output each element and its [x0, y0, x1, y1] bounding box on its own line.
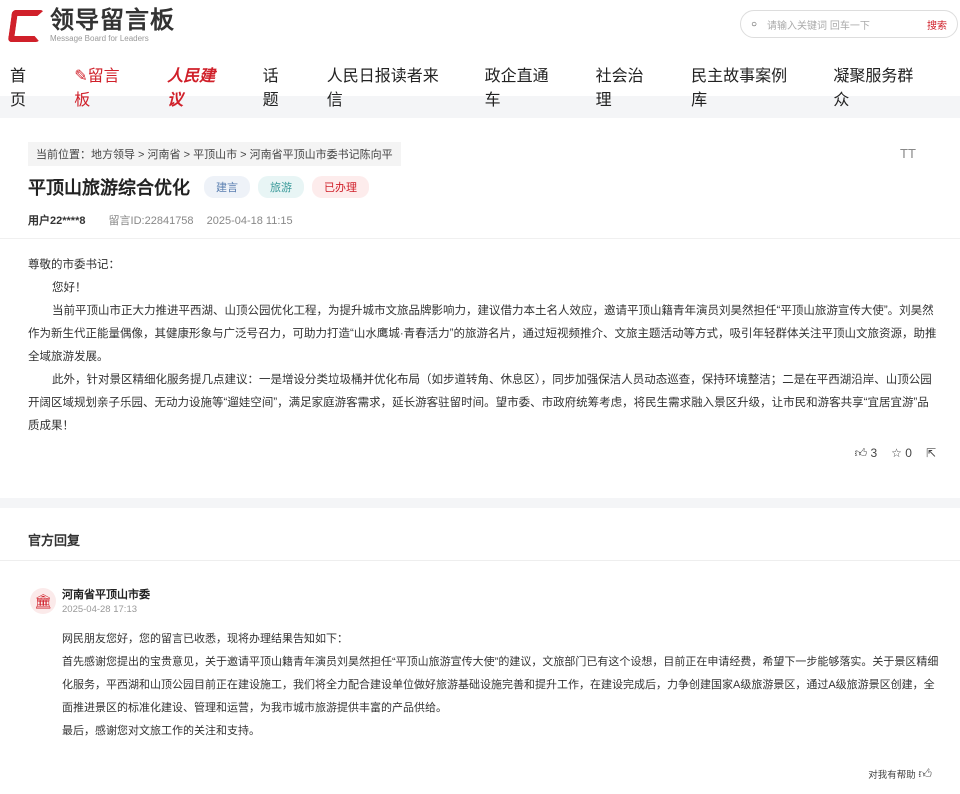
- divider: [0, 238, 960, 239]
- nav-democracy-cases[interactable]: 民主故事案例库: [691, 62, 800, 110]
- search-icon: ○: [751, 18, 758, 30]
- paragraph: 最后，感谢您对文旅工作的关注和支持。: [62, 725, 260, 737]
- favorite-button[interactable]: ☆ 0: [891, 446, 912, 461]
- tag-tourism: 旅游: [258, 176, 304, 198]
- nav-gov-enterprise[interactable]: 政企直通车: [485, 62, 563, 110]
- message-card: 当前位置：地方领导 > 河南省 > 平顶山市 > 河南省平顶山市委书记陈向平 T…: [0, 118, 960, 498]
- search-box[interactable]: ○ 请输入关键词 回车一下 搜索: [740, 10, 958, 38]
- helpful-button[interactable]: 对我有帮助 👍︎: [868, 766, 932, 782]
- breadcrumb: 当前位置：地方领导 > 河南省 > 平顶山市 > 河南省平顶山市委书记陈向平: [28, 142, 401, 166]
- paragraph: 您好！: [52, 282, 87, 294]
- thumbs-up-icon: 👍︎: [854, 446, 868, 460]
- share-icon[interactable]: ⇱: [926, 446, 936, 461]
- reply-org: 河南省平顶山市委: [62, 589, 150, 601]
- font-size-icon[interactable]: TT: [900, 146, 916, 161]
- nav-people-suggestions[interactable]: 人民建议: [167, 62, 229, 110]
- paragraph: 网民朋友您好，您的留言已收悉，现将办理结果告知如下：: [62, 633, 348, 645]
- logo-title: 领导留言板: [50, 7, 175, 34]
- search-input[interactable]: 请输入关键词 回车一下: [767, 17, 927, 32]
- nav-topics[interactable]: 话题: [263, 62, 294, 110]
- post-date: 2025-04-18 11:15: [206, 215, 293, 227]
- status-badge: 已办理: [312, 176, 369, 198]
- like-button[interactable]: 👍︎ 3: [855, 446, 878, 461]
- paragraph: 首先感谢您提出的宝贵意见，关于邀请平顶山籍青年演员刘昊然担任“平顶山旅游宣传大使…: [62, 656, 939, 714]
- message-id: 留言ID:22841758: [108, 215, 194, 227]
- nav-social-governance[interactable]: 社会治理: [596, 62, 658, 110]
- logo-subtitle: Message Board for Leaders: [50, 34, 149, 43]
- reply-date: 2025-04-28 17:13: [62, 604, 138, 615]
- helpful-label: 对我有帮助: [868, 770, 916, 781]
- paragraph: 当前平顶山市正大力推进平西湖、山顶公园优化工程，为提升城市文旅品牌影响力，建议借…: [28, 305, 937, 363]
- logo[interactable]: 领导留言板 Message Board for Leaders: [7, 7, 175, 43]
- government-building-icon: 🏛: [30, 588, 56, 614]
- like-count: 3: [870, 446, 878, 460]
- user-name: 用户22****8: [28, 215, 86, 227]
- official-reply-card: 官方回复 🏛 河南省平顶山市委 2025-04-28 17:13 网民朋友您好，…: [0, 508, 960, 794]
- nav-home[interactable]: 首页: [10, 62, 41, 110]
- reply-body: 网民朋友您好，您的留言已收悉，现将办理结果告知如下： 首先感谢您提出的宝贵意见，…: [62, 628, 940, 743]
- nav-reader-letters[interactable]: 人民日报读者来信: [327, 62, 452, 110]
- tag-suggestion: 建言: [204, 176, 250, 198]
- paragraph: 此外，针对景区精细化服务提几点建议：一是增设分类垃圾桶并优化布局（如步道转角、休…: [28, 374, 932, 432]
- header: 领导留言板 Message Board for Leaders ○ 请输入关键词…: [0, 0, 960, 123]
- page-title: 平顶山旅游综合优化: [28, 178, 190, 198]
- message-body: 尊敬的市委书记： 您好！ 当前平顶山市正大力推进平西湖、山顶公园优化工程，为提升…: [28, 254, 940, 438]
- thumbs-up-icon: 👍︎: [918, 766, 932, 781]
- nav-serve-people[interactable]: 凝聚服务群众: [833, 62, 927, 110]
- logo-icon: [7, 9, 45, 42]
- search-button[interactable]: 搜索: [927, 17, 947, 32]
- greeting: 尊敬的市委书记：: [28, 259, 120, 271]
- divider: [0, 560, 960, 561]
- main-nav: 首页 ✎留言板 人民建议 话题 人民日报读者来信 政企直通车 社会治理 民主故事…: [10, 62, 960, 123]
- star-icon: ☆: [891, 446, 902, 460]
- nav-message-board[interactable]: ✎留言板: [74, 62, 134, 123]
- favorite-count: 0: [905, 446, 912, 460]
- reply-heading: 官方回复: [28, 533, 81, 548]
- nav-label: 留言板: [74, 68, 120, 109]
